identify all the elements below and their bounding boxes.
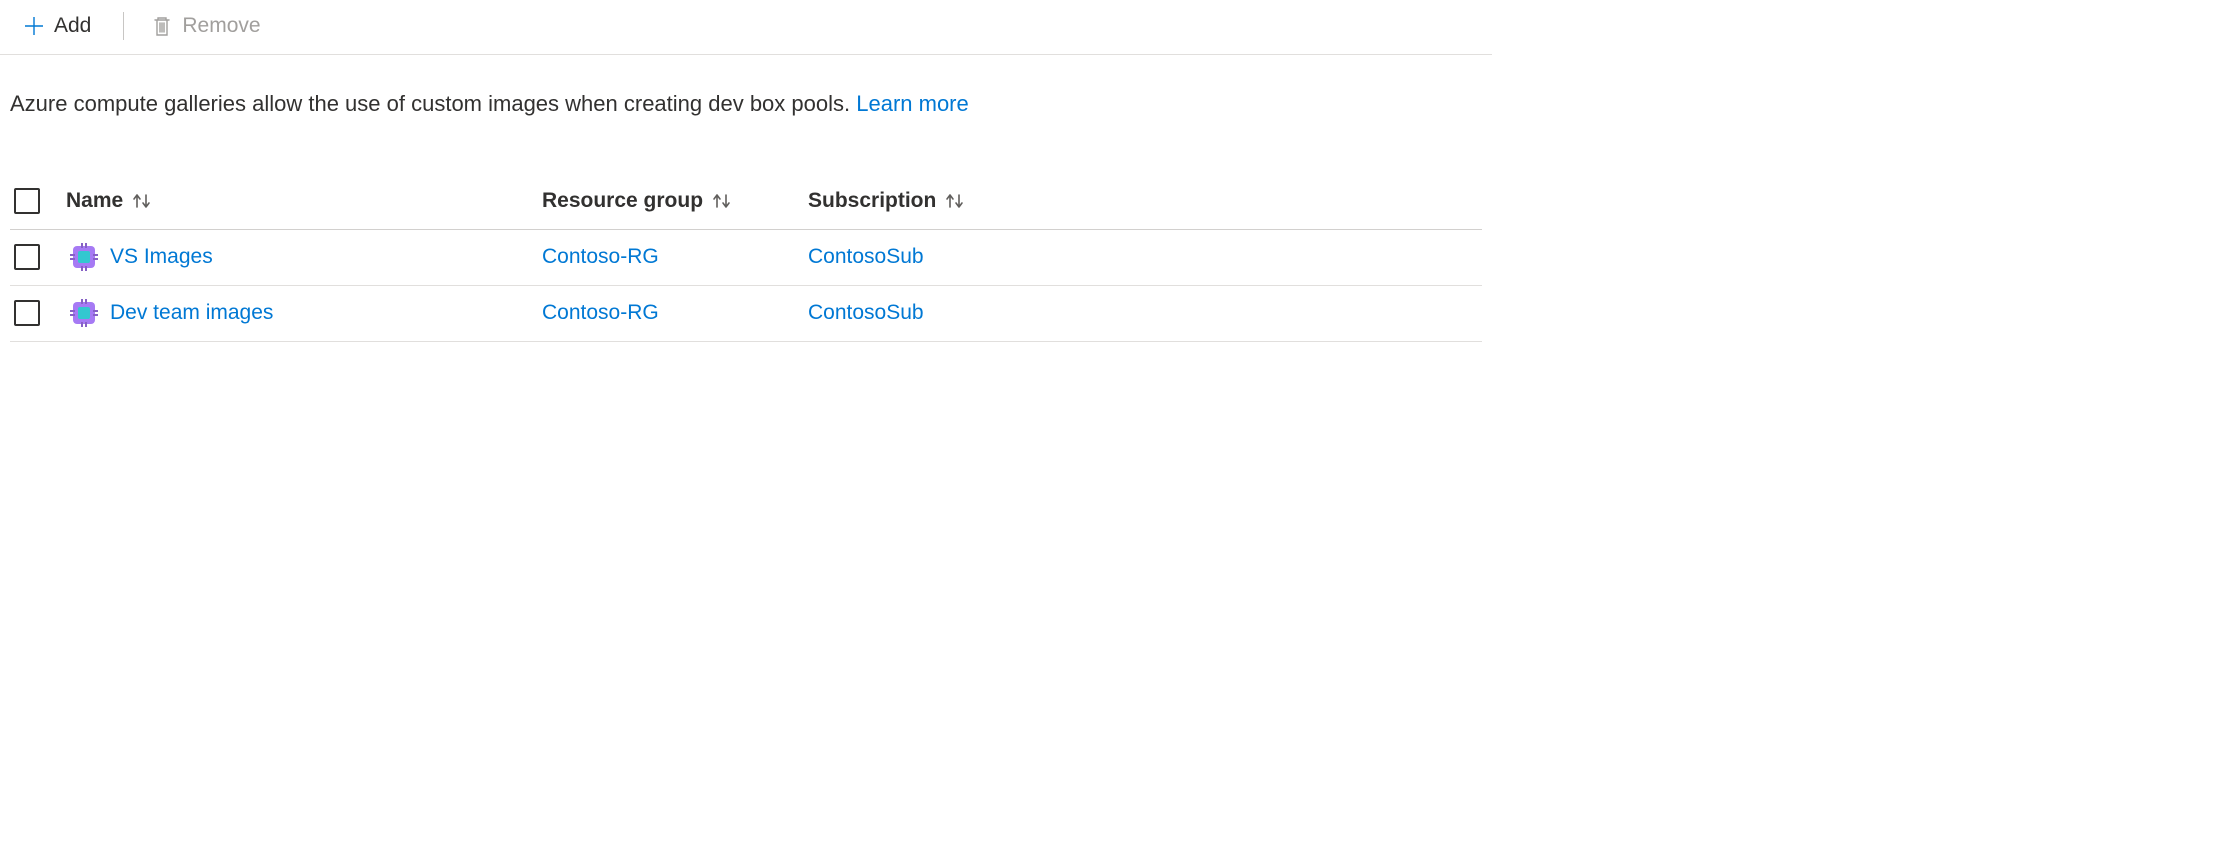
gallery-name-link[interactable]: Dev team images — [110, 301, 273, 325]
subscription-link[interactable]: ContosoSub — [808, 245, 924, 268]
column-header-resource-group[interactable]: Resource group — [542, 189, 733, 213]
learn-more-link[interactable]: Learn more — [856, 91, 969, 116]
column-header-subscription[interactable]: Subscription — [808, 189, 966, 213]
toolbar-separator — [123, 12, 124, 40]
trash-icon — [152, 15, 172, 37]
sort-icon — [711, 191, 733, 211]
row-checkbox[interactable] — [14, 300, 40, 326]
description: Azure compute galleries allow the use of… — [0, 55, 1492, 130]
description-text: Azure compute galleries allow the use of… — [10, 91, 856, 116]
gallery-name-link[interactable]: VS Images — [110, 245, 213, 269]
subscription-link[interactable]: ContosoSub — [808, 301, 924, 324]
sort-icon — [944, 191, 966, 211]
table-row: VS Images Contoso-RG ContosoSub — [10, 230, 1482, 286]
plus-icon — [24, 16, 44, 36]
galleries-table: Name Resource group — [0, 174, 1492, 342]
column-header-sub-label: Subscription — [808, 189, 936, 213]
table-header-row: Name Resource group — [10, 174, 1482, 230]
add-button-label: Add — [54, 14, 91, 38]
row-checkbox[interactable] — [14, 244, 40, 270]
remove-button: Remove — [146, 12, 266, 40]
sort-icon — [131, 191, 153, 211]
resource-group-link[interactable]: Contoso-RG — [542, 301, 659, 324]
toolbar: Add Remove — [0, 0, 1492, 55]
gallery-icon — [70, 243, 98, 271]
column-header-rg-label: Resource group — [542, 189, 703, 213]
remove-button-label: Remove — [182, 14, 260, 38]
select-all-checkbox[interactable] — [14, 188, 40, 214]
resource-group-link[interactable]: Contoso-RG — [542, 245, 659, 268]
column-header-name[interactable]: Name — [66, 189, 153, 213]
column-header-name-label: Name — [66, 189, 123, 213]
add-button[interactable]: Add — [18, 12, 97, 40]
gallery-icon — [70, 299, 98, 327]
table-row: Dev team images Contoso-RG ContosoSub — [10, 286, 1482, 342]
